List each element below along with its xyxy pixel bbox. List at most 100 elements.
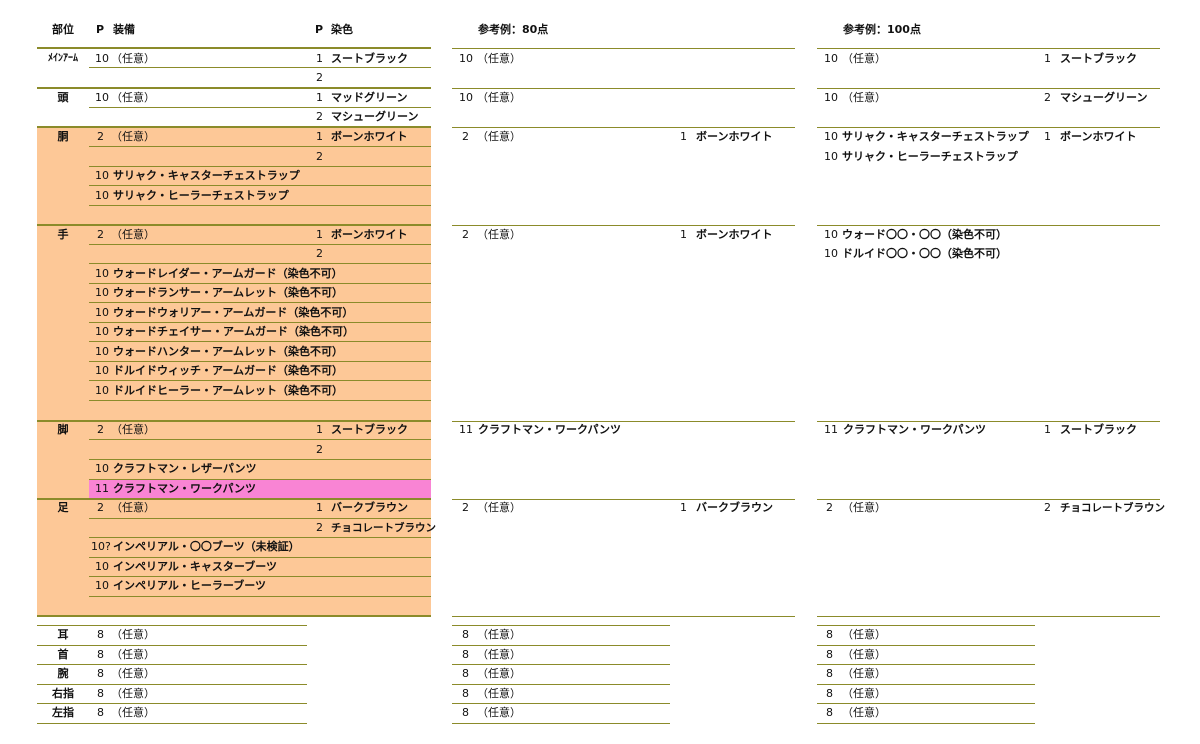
ref100-line — [817, 499, 1160, 500]
ref100-acc-line — [817, 684, 1035, 685]
acc-points: 8 — [97, 648, 104, 661]
ref100-equip: ウォード〇〇・〇〇（染色不可） — [842, 228, 1007, 241]
ref100-equip: （任意） — [842, 52, 886, 65]
ref80-equip: （任意） — [477, 228, 521, 241]
ref100-acc-points: 8 — [826, 706, 833, 719]
main-dye: スートブラック — [331, 423, 408, 436]
main-dye-points: 2 — [316, 247, 323, 260]
main-points: 10 — [95, 579, 109, 592]
main-section-line — [37, 224, 431, 226]
acc-points: 8 — [97, 706, 104, 719]
main-points: 10 — [95, 189, 109, 202]
header-equipment: 装備 — [113, 23, 135, 36]
main-row-line — [89, 439, 431, 440]
ref100-dye-points: 1 — [1044, 423, 1051, 436]
main-points: 2 — [97, 130, 104, 143]
part-wrist: 腕 — [57, 667, 69, 680]
main-row-line — [89, 400, 431, 401]
main-equip: ウォードレイダー・アームガード（染色不可） — [113, 267, 343, 280]
main-equip: （任意） — [111, 423, 155, 436]
part-hands: 手 — [57, 228, 69, 241]
ref100-dye: チョコレートブラウン — [1060, 502, 1165, 514]
ref80-acc-equip: （任意） — [477, 687, 521, 700]
main-row-line — [89, 557, 431, 558]
ref80-acc-equip: （任意） — [477, 628, 521, 641]
ref100-line — [817, 225, 1160, 226]
main-row-line — [89, 537, 431, 538]
main-row-line — [89, 107, 431, 108]
ref100-acc-equip: （任意） — [842, 667, 886, 680]
ref100-acc-equip: （任意） — [842, 687, 886, 700]
main-dye: チョコレートブラウン — [331, 522, 436, 534]
main-dye-points: 2 — [316, 521, 323, 534]
main-equip: サリャク・キャスターチェストラップ — [113, 169, 300, 182]
main-dye-points: 1 — [316, 423, 323, 436]
ref100-acc-points: 8 — [826, 667, 833, 680]
acc-line — [37, 645, 307, 646]
ref80-equip: （任意） — [477, 52, 521, 65]
main-top-border — [37, 47, 431, 49]
main-points: 10 — [95, 560, 109, 573]
ref100-acc-points: 8 — [826, 648, 833, 661]
ref100-acc-equip: （任意） — [842, 706, 886, 719]
ref100-equip: （任意） — [842, 501, 886, 514]
ref80-acc-equip: （任意） — [477, 667, 521, 680]
main-points: 10 — [95, 325, 109, 338]
main-row-line — [89, 146, 431, 147]
ref80-acc-line — [452, 684, 670, 685]
main-dye: ボーンホワイト — [331, 228, 408, 241]
ref100-acc-line — [817, 645, 1035, 646]
ref80-points: 2 — [462, 228, 469, 241]
ref100-dye: ボーンホワイト — [1060, 130, 1137, 143]
main-row-line — [89, 283, 431, 284]
main-dye-points: 2 — [316, 150, 323, 163]
acc-equip: （任意） — [111, 628, 155, 641]
part-ear: 耳 — [57, 628, 69, 641]
main-section-line — [37, 87, 431, 89]
main-equip: ウォードランサー・アームレット（染色不可） — [113, 286, 344, 299]
main-equip: ウォードハンター・アームレット（染色不可） — [113, 345, 344, 358]
main-dye: ボーンホワイト — [331, 130, 408, 143]
part-body: 胴 — [57, 130, 69, 143]
ref80-acc-points: 8 — [462, 648, 469, 661]
part-neck: 首 — [57, 648, 69, 661]
ref100-equip: ドルイド〇〇・〇〇（染色不可） — [842, 247, 1007, 260]
ref100-equip: サリャク・ヒーラーチェストラップ — [842, 150, 1018, 163]
main-dye: マシューグリーン — [331, 110, 419, 123]
acc-points: 8 — [97, 667, 104, 680]
main-dye-points: 1 — [316, 91, 323, 104]
ref80-acc-points: 8 — [462, 628, 469, 641]
ref80-acc-equip: （任意） — [477, 648, 521, 661]
ref100-line — [817, 127, 1160, 128]
main-points: 10 — [95, 286, 109, 299]
main-dye: マッドグリーン — [331, 91, 408, 104]
part-mainarm: ﾒｲﾝｱｰﾑ — [48, 53, 78, 64]
ref100-dye-points: 2 — [1044, 91, 1051, 104]
ref100-points: 11 — [824, 423, 838, 436]
ref100-line — [817, 48, 1160, 49]
main-row-line — [89, 244, 431, 245]
acc-equip: （任意） — [111, 687, 155, 700]
main-row-line — [89, 380, 431, 381]
ref100-equip: クラフトマン・ワークパンツ — [843, 423, 986, 436]
main-row-line — [89, 302, 431, 303]
ref80-line — [452, 127, 795, 128]
header-part: 部位 — [52, 23, 74, 36]
main-points: 2 — [97, 501, 104, 514]
main-points: 10 — [95, 364, 109, 377]
main-section-line — [37, 420, 431, 422]
main-equip: インペリアル・キャスターブーツ — [113, 560, 278, 573]
main-dye: バークブラウン — [331, 501, 408, 514]
main-equip: （任意） — [111, 228, 155, 241]
part-head: 頭 — [57, 91, 69, 104]
main-dye: スートブラック — [331, 52, 408, 65]
ref100-acc-equip: （任意） — [842, 628, 886, 641]
ref100-points: 10 — [824, 247, 838, 260]
ref80-line — [452, 616, 795, 617]
ref100-equip: サリャク・キャスターチェストラップ — [842, 130, 1029, 143]
main-equip: （任意） — [111, 91, 155, 104]
ref100-line — [817, 616, 1160, 617]
main-points: 11 — [95, 482, 109, 495]
acc-line — [37, 625, 307, 626]
ref100-dye-points: 1 — [1044, 130, 1051, 143]
